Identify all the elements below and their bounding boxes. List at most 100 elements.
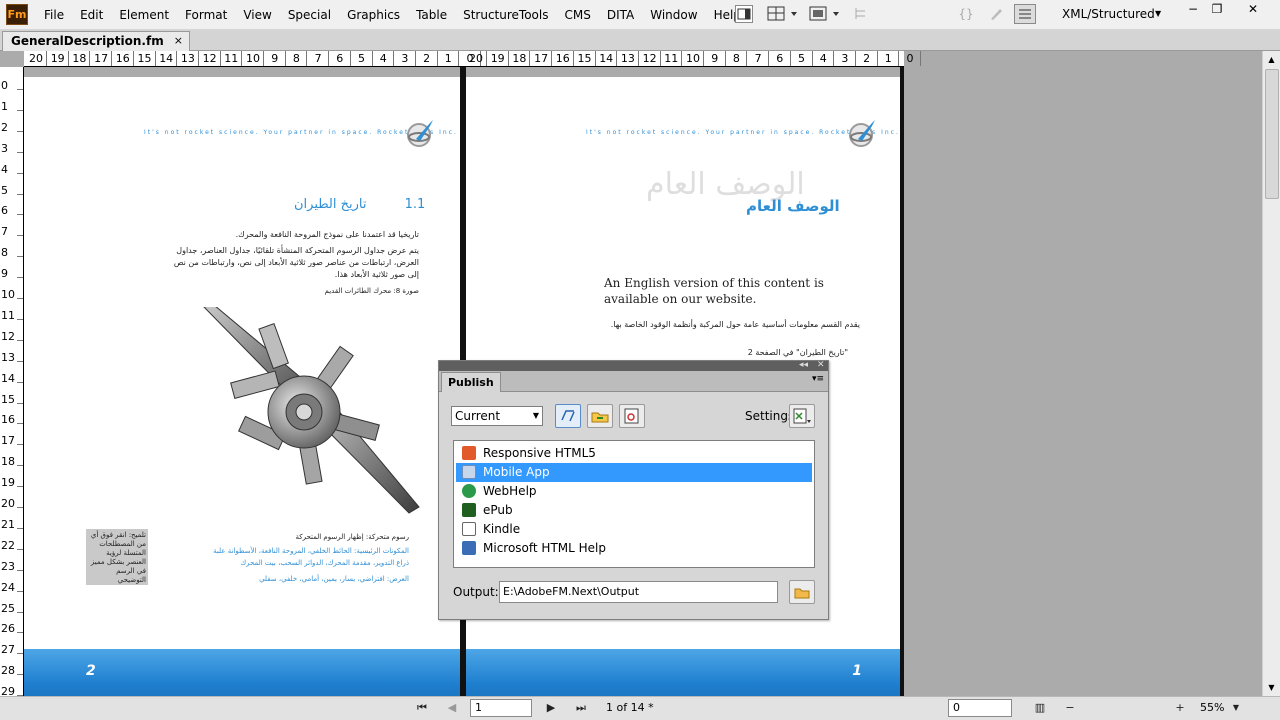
- output-item-mobile-app[interactable]: Mobile App: [456, 463, 812, 482]
- left-ruler-tick-26: 26: [1, 622, 15, 636]
- next-page-icon[interactable]: ▶: [541, 699, 561, 717]
- chevron-down-icon[interactable]: ▼: [1155, 0, 1161, 28]
- close-icon[interactable]: ✕: [817, 360, 825, 370]
- left-ruler-tick-17: 17: [1, 434, 15, 448]
- menu-table[interactable]: Table: [408, 0, 455, 30]
- scroll-down-icon[interactable]: ▼: [1263, 679, 1280, 696]
- minimize-icon[interactable]: −: [1182, 0, 1204, 20]
- ruler-right-tick-16: 16: [555, 52, 570, 65]
- output-item-kindle[interactable]: Kindle: [456, 520, 812, 539]
- first-page-icon[interactable]: ⏮: [412, 699, 432, 717]
- menu-edit[interactable]: Edit: [72, 0, 111, 30]
- code-view-icon[interactable]: {}: [956, 5, 976, 23]
- toc-bullet: "تاريخ الطيران" في الصفحة 2: [747, 348, 848, 357]
- menu-file[interactable]: File: [36, 0, 72, 30]
- page-number: 1: [852, 663, 862, 679]
- ruler-separator: [17, 151, 23, 153]
- menu-dita[interactable]: DITA: [599, 0, 642, 30]
- menu-cms[interactable]: CMS: [556, 0, 598, 30]
- preview-button[interactable]: [619, 404, 645, 428]
- tab-publish[interactable]: Publish: [441, 372, 501, 392]
- ruler-right-tick-13: 13: [620, 52, 635, 65]
- chevron-down-icon[interactable]: ▼: [1226, 699, 1246, 717]
- pencil-icon[interactable]: [988, 5, 1004, 23]
- page-number-field[interactable]: 1: [470, 699, 532, 717]
- ruler-separator: [17, 611, 23, 613]
- left-ruler-tick-11: 11: [1, 308, 15, 322]
- last-page-icon[interactable]: ⏭: [571, 699, 591, 717]
- ruler-right-tick-18: 18: [512, 52, 527, 65]
- menu-element[interactable]: Element: [111, 0, 177, 30]
- zoom-out-icon[interactable]: −: [1060, 699, 1080, 717]
- radial-engine-image: [203, 307, 420, 514]
- left-ruler-tick-20: 20: [1, 497, 15, 510]
- scroll-thumb[interactable]: [1265, 69, 1279, 199]
- output-item-webhelp[interactable]: WebHelp: [456, 482, 812, 501]
- left-ruler-tick-3: 3: [1, 141, 8, 155]
- ruler-separator: [219, 51, 221, 66]
- wysiwyg-view-icon[interactable]: [1014, 4, 1036, 24]
- output-item-label: Kindle: [483, 522, 521, 536]
- output-path-field[interactable]: E:\AdobeFM.Next\Output: [499, 581, 778, 603]
- vertical-scrollbar[interactable]: ▲ ▼: [1262, 51, 1280, 696]
- ruler-left-tick-19: 19: [50, 52, 65, 65]
- zoom-fit-icon[interactable]: ▥: [1030, 699, 1050, 717]
- panel-menu-icon[interactable]: ▾≡: [812, 374, 824, 384]
- output-item-label: ePub: [483, 503, 513, 517]
- ruler-separator: [17, 632, 23, 634]
- generate-button[interactable]: [555, 404, 581, 428]
- menu-window[interactable]: Window: [642, 0, 705, 30]
- close-icon[interactable]: ×: [174, 32, 183, 51]
- panel-title-strip[interactable]: ◂◂ ✕: [439, 360, 828, 371]
- ruler-separator: [659, 51, 661, 66]
- output-item-epub[interactable]: ePub: [456, 501, 812, 520]
- prev-page-icon[interactable]: ◀: [442, 699, 462, 717]
- menu-graphics[interactable]: Graphics: [339, 0, 408, 30]
- open-output-button[interactable]: [587, 404, 613, 428]
- ruler-separator: [241, 51, 243, 66]
- ruler-separator: [328, 51, 330, 66]
- publish-panel[interactable]: ◂◂ ✕ Publish ▾≡ Current ▼ Settings Respo…: [438, 360, 829, 620]
- document-tab[interactable]: GeneralDescription.fm ×: [2, 31, 190, 51]
- sidebar-tip: تلميح: انقر فوق أي من المصطلحات المتسلة …: [86, 529, 148, 585]
- ruler-right-tick-12: 12: [642, 52, 657, 65]
- section-title: تاريخ الطيران: [294, 197, 367, 212]
- menu-view[interactable]: View: [235, 0, 279, 30]
- menu-format[interactable]: Format: [177, 0, 235, 30]
- ruler-separator: [811, 51, 813, 66]
- output-item-responsive-html5[interactable]: Responsive HTML5: [456, 444, 812, 463]
- zoom-in-icon[interactable]: +: [1170, 699, 1190, 717]
- left-ruler-tick-2: 2: [1, 120, 8, 134]
- output-format-list[interactable]: Responsive HTML5 Mobile App WebHelp ePub…: [453, 440, 815, 568]
- output-item-microsoft-html-help[interactable]: Microsoft HTML Help: [456, 539, 812, 558]
- preset-select[interactable]: Current ▼: [451, 406, 543, 426]
- scroll-up-icon[interactable]: ▲: [1263, 51, 1280, 68]
- screen-mode-icon[interactable]: [808, 5, 844, 23]
- webhelp-icon: [462, 484, 476, 498]
- zoom-level[interactable]: 55%: [1200, 697, 1224, 719]
- settings-button[interactable]: [789, 404, 815, 428]
- ruler-separator: [306, 51, 308, 66]
- ruler-separator: [17, 109, 23, 111]
- panel-layout-icon[interactable]: [735, 5, 753, 23]
- preview-icon: [624, 408, 639, 424]
- chapter-title: الوصف العام: [746, 197, 840, 215]
- menu-special[interactable]: Special: [280, 0, 339, 30]
- menu-structuretools[interactable]: StructureTools: [455, 0, 556, 30]
- status-bar: ⏮ ◀ 1 ▶ ⏭ 1 of 14 * 0 ▥ − + 55% ▼: [0, 696, 1280, 720]
- collapse-icon[interactable]: ◂◂: [799, 360, 808, 370]
- coordinate-field[interactable]: 0: [948, 699, 1012, 717]
- structure-view-icon[interactable]: [853, 5, 869, 23]
- ruler-separator: [17, 590, 23, 592]
- workspace-switcher[interactable]: XML/Structured: [1062, 0, 1155, 28]
- mobile-app-icon: [462, 465, 476, 479]
- view-options-icon[interactable]: [767, 5, 801, 23]
- page-left[interactable]: It's not rocket science. Your partner in…: [24, 77, 460, 696]
- ruler-left-tick-6: 6: [336, 52, 344, 65]
- restore-icon[interactable]: ❐: [1206, 0, 1228, 20]
- browse-button[interactable]: [789, 580, 815, 604]
- left-ruler-tick-10: 10: [1, 288, 15, 301]
- ruler-separator: [17, 507, 23, 508]
- html5-icon: [462, 446, 476, 460]
- close-window-icon[interactable]: ✕: [1240, 0, 1266, 20]
